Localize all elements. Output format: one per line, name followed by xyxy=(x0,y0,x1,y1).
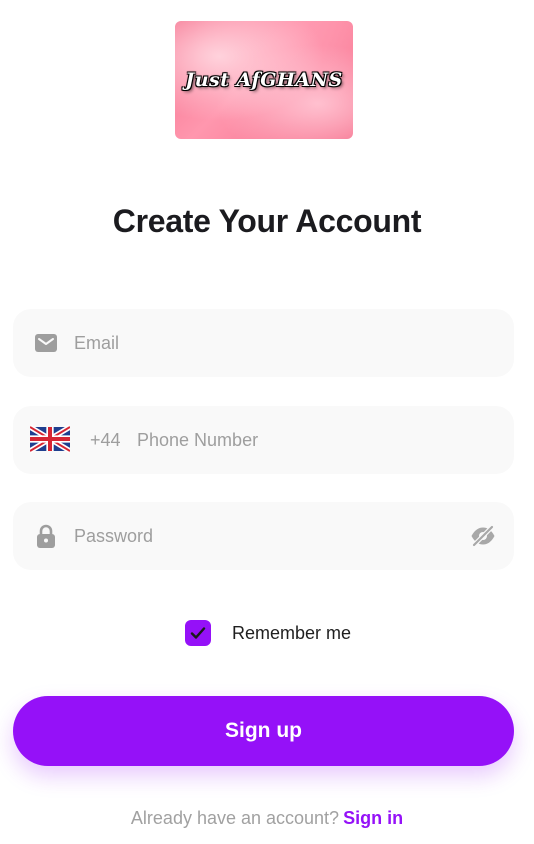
remember-me[interactable]: Remember me xyxy=(185,620,351,646)
uk-flag-icon[interactable] xyxy=(28,424,72,459)
sign-up-button[interactable]: Sign up xyxy=(13,696,514,766)
signin-prompt: Already have an account? Sign in xyxy=(0,808,534,829)
checkmark-icon xyxy=(190,627,206,639)
password-placeholder: Password xyxy=(74,525,154,546)
app-logo: Just AfGHANS xyxy=(175,21,353,139)
phone-placeholder: Phone Number xyxy=(137,429,259,450)
country-code[interactable]: +44 xyxy=(90,430,121,451)
logo-text: Just AfGHANS xyxy=(185,69,343,91)
footer-prompt: Already have an account? xyxy=(130,808,340,828)
remember-label[interactable]: Remember me xyxy=(232,623,351,644)
phone-field[interactable]: +44 Phone Number xyxy=(13,406,514,474)
envelope-icon xyxy=(35,334,57,352)
remember-checkbox[interactable] xyxy=(185,620,211,646)
lock-icon xyxy=(35,524,57,548)
email-field[interactable]: Email xyxy=(13,309,514,377)
email-placeholder: Email xyxy=(74,332,120,353)
eye-off-icon[interactable] xyxy=(470,524,496,552)
password-field[interactable]: Password xyxy=(13,502,514,570)
sign-in-link[interactable]: Sign in xyxy=(343,808,403,828)
page-title: Create Your Account xyxy=(112,203,422,239)
create-account-screen: Just AfGHANS Create Your Account Email +… xyxy=(0,0,534,844)
